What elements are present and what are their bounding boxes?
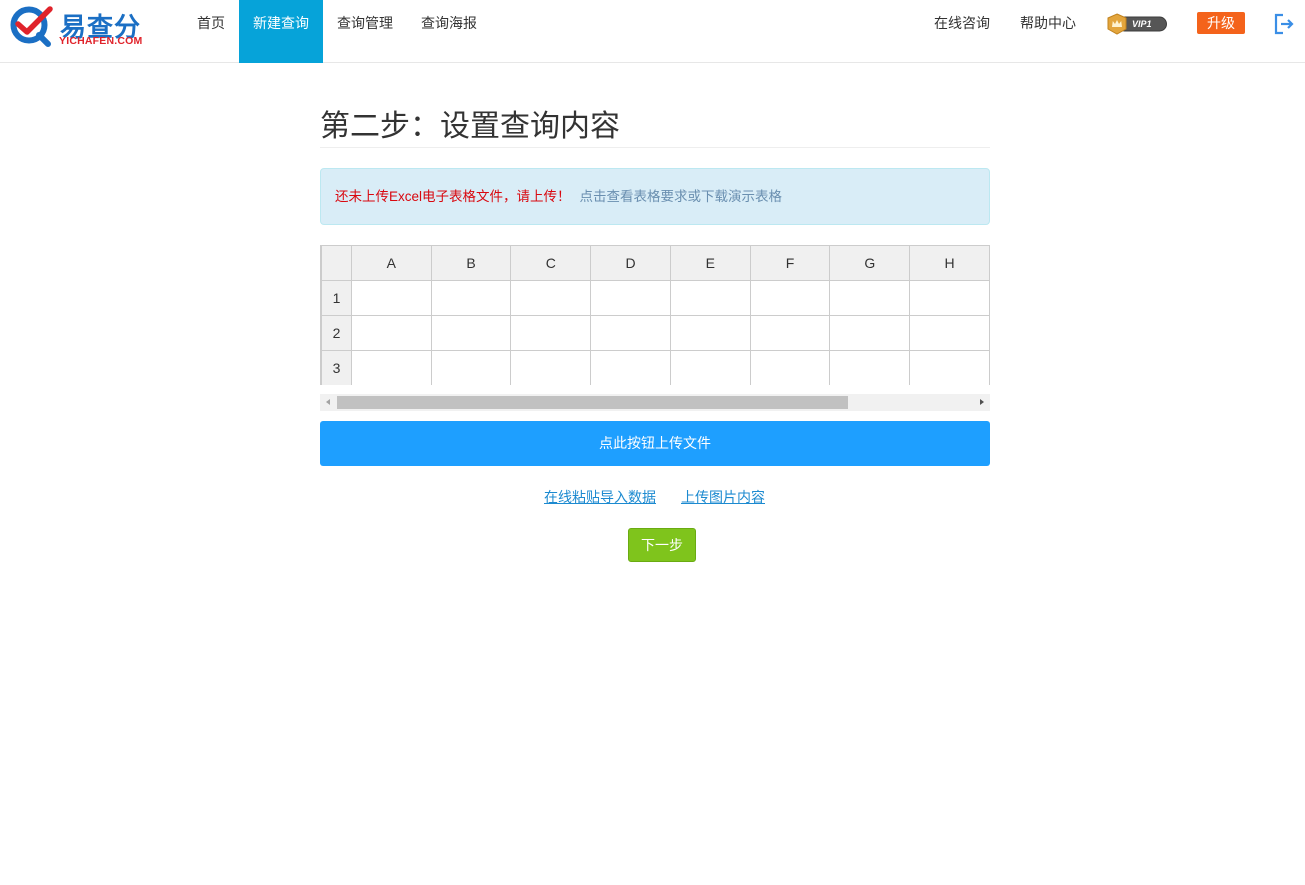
alert-help-link[interactable]: 点击查看表格要求或下载演示表格 — [580, 189, 783, 204]
logout-button[interactable] — [1273, 13, 1295, 35]
vip-level-label: VIP1 — [1132, 19, 1152, 29]
column-header[interactable]: A — [350, 245, 432, 281]
logo-subtitle: YICHAFEN.COM — [59, 35, 143, 47]
next-step-button[interactable]: 下一步 — [628, 528, 696, 562]
sheet-cell[interactable] — [350, 280, 432, 316]
column-header[interactable]: F — [749, 245, 831, 281]
sheet-cell[interactable] — [909, 315, 990, 351]
row-header[interactable]: 2 — [321, 315, 352, 351]
help-center-link[interactable]: 帮助中心 — [1020, 0, 1076, 46]
top-header: 易查分 YICHAFEN.COM 首页 新建查询 查询管理 查询海报 在线咨询 … — [0, 0, 1305, 63]
vip-badge[interactable]: VIP1 — [1107, 13, 1169, 35]
nav-query-poster[interactable]: 查询海报 — [407, 0, 491, 63]
upgrade-button[interactable]: 升级 — [1197, 12, 1245, 34]
sheet-cell[interactable] — [669, 315, 751, 351]
nav-home[interactable]: 首页 — [183, 0, 239, 63]
sheet-cell[interactable] — [430, 350, 512, 385]
sheet-cell[interactable] — [749, 280, 831, 316]
nav-query-manage[interactable]: 查询管理 — [323, 0, 407, 63]
title-divider — [320, 147, 990, 148]
sheet-cell[interactable] — [510, 350, 592, 385]
sheet-cell[interactable] — [749, 315, 831, 351]
sheet-corner-cell — [321, 245, 352, 281]
sheet-cell[interactable] — [430, 280, 512, 316]
sheet-cell[interactable] — [350, 315, 432, 351]
column-header[interactable]: H — [909, 245, 990, 281]
sheet-cell[interactable] — [829, 350, 911, 385]
table-row: 3 — [321, 350, 990, 385]
sheet-cell[interactable] — [909, 350, 990, 385]
horizontal-scrollbar[interactable] — [320, 394, 990, 411]
scrollbar-thumb[interactable] — [337, 396, 848, 409]
sheet-cell[interactable] — [510, 315, 592, 351]
alert-warning-text: 还未上传Excel电子表格文件，请上传！ — [335, 189, 571, 204]
row-header[interactable]: 3 — [321, 350, 352, 385]
page-title: 第二步：设置查询内容 — [320, 109, 620, 144]
upload-file-button[interactable]: 点此按钮上传文件 — [320, 421, 990, 466]
sheet-cell[interactable] — [590, 350, 671, 385]
logo-mark-icon — [10, 6, 53, 47]
paste-import-link[interactable]: 在线粘贴导入数据 — [544, 487, 656, 507]
main-nav: 首页 新建查询 查询管理 查询海报 — [183, 0, 491, 63]
online-consult-link[interactable]: 在线咨询 — [934, 0, 990, 46]
sheet-cell[interactable] — [669, 350, 751, 385]
logout-icon — [1274, 13, 1294, 35]
nav-new-query[interactable]: 新建查询 — [239, 0, 323, 63]
sheet-cell[interactable] — [829, 315, 911, 351]
column-header[interactable]: E — [669, 245, 751, 281]
table-row: 2 — [321, 315, 990, 351]
column-header[interactable]: D — [590, 245, 671, 281]
column-header[interactable]: G — [829, 245, 911, 281]
site-logo[interactable]: 易查分 YICHAFEN.COM — [8, 5, 148, 47]
sheet-cell[interactable] — [510, 280, 592, 316]
table-row: 1 — [321, 280, 990, 316]
sheet-cell[interactable] — [909, 280, 990, 316]
sheet-cell[interactable] — [590, 280, 671, 316]
spreadsheet-preview[interactable]: A B C D E F G H 1 2 3 — [320, 245, 990, 385]
scroll-right-icon[interactable] — [980, 399, 984, 405]
sheet-cell[interactable] — [749, 350, 831, 385]
sheet-cell[interactable] — [829, 280, 911, 316]
upload-alert: 还未上传Excel电子表格文件，请上传！ 点击查看表格要求或下载演示表格 — [320, 168, 990, 225]
column-header[interactable]: B — [430, 245, 512, 281]
column-header[interactable]: C — [510, 245, 592, 281]
sheet-cell[interactable] — [350, 350, 432, 385]
scroll-left-icon[interactable] — [326, 399, 330, 405]
sheet-cell[interactable] — [669, 280, 751, 316]
row-header[interactable]: 1 — [321, 280, 352, 316]
upload-image-link[interactable]: 上传图片内容 — [681, 487, 765, 507]
sheet-cell[interactable] — [590, 315, 671, 351]
sheet-cell[interactable] — [430, 315, 512, 351]
